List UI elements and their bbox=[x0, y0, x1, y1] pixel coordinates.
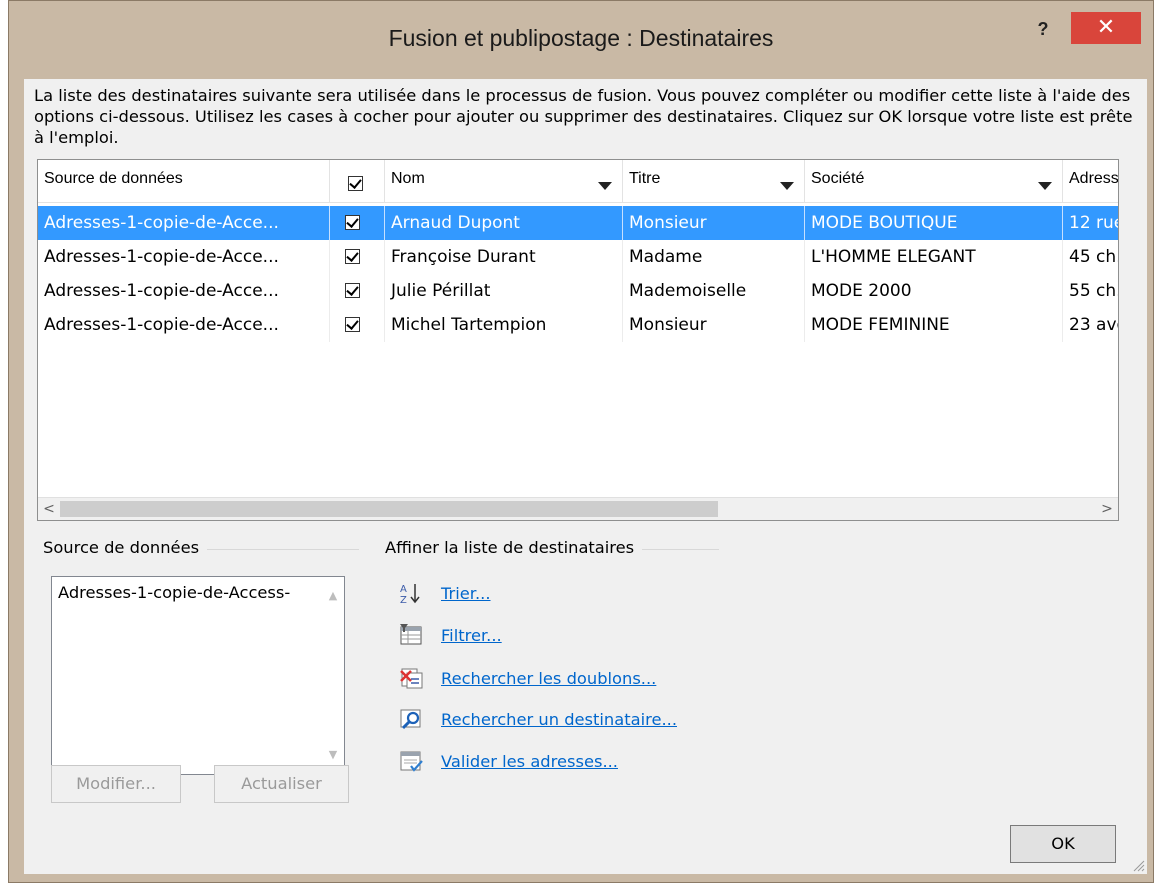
window-title: Fusion et publipostage : Destinataires bbox=[388, 25, 774, 51]
cell-societe: MODE BOUTIQUE bbox=[805, 206, 1063, 240]
cell-adresse: 12 rue d bbox=[1063, 206, 1118, 240]
intro-text: La liste des destinataires suivante sera… bbox=[34, 86, 1133, 147]
cell-titre: Monsieur bbox=[623, 308, 805, 342]
mail-merge-recipients-dialog: Fusion et publipostage : Destinataires ?… bbox=[8, 0, 1154, 883]
table-row[interactable]: Adresses-1-copie-de-Acce... Julie Périll… bbox=[38, 274, 1118, 308]
validate-addresses-icon bbox=[400, 751, 423, 772]
cell-adresse: 55 ch. d bbox=[1063, 274, 1118, 308]
cell-adresse: 45 ch. d bbox=[1063, 240, 1118, 274]
cell-adresse: 23 aven bbox=[1063, 308, 1118, 342]
cell-societe: MODE FEMININE bbox=[805, 308, 1063, 342]
duplicates-icon bbox=[400, 668, 423, 689]
svg-text:A: A bbox=[400, 584, 407, 595]
find-recipient-icon bbox=[400, 709, 421, 730]
row-checkbox[interactable] bbox=[345, 215, 360, 230]
cell-titre: Monsieur bbox=[623, 206, 805, 240]
column-header-adresse[interactable]: Adresse bbox=[1063, 160, 1118, 203]
cell-titre: Madame bbox=[623, 240, 805, 274]
find-recipient-link[interactable]: Rechercher un destinataire... bbox=[441, 710, 677, 729]
cell-nom: Michel Tartempion bbox=[385, 308, 623, 342]
modify-button[interactable]: Modifier... bbox=[51, 765, 181, 803]
svg-text:Z: Z bbox=[400, 595, 407, 605]
filter-link[interactable]: Filtrer... bbox=[441, 626, 502, 645]
row-checkbox[interactable] bbox=[345, 249, 360, 264]
help-button[interactable]: ? bbox=[1028, 19, 1058, 49]
refresh-button[interactable]: Actualiser bbox=[214, 765, 349, 803]
sort-az-icon: A Z bbox=[400, 584, 420, 605]
column-header-nom[interactable]: Nom bbox=[385, 160, 623, 203]
refine-group-title: Affiner la liste de destinataires bbox=[385, 538, 643, 557]
table-row[interactable]: Adresses-1-copie-de-Acce... Arnaud Dupon… bbox=[38, 206, 1118, 240]
scroll-down-icon[interactable]: ▼ bbox=[326, 748, 340, 762]
cell-nom: Arnaud Dupont bbox=[385, 206, 623, 240]
cell-source: Adresses-1-copie-de-Acce... bbox=[38, 308, 330, 342]
cell-societe: MODE 2000 bbox=[805, 274, 1063, 308]
resize-grip-icon[interactable] bbox=[1131, 858, 1145, 872]
column-header-societe[interactable]: Société bbox=[805, 160, 1063, 203]
column-header-titre[interactable]: Titre bbox=[623, 160, 805, 203]
ok-button[interactable]: OK bbox=[1010, 825, 1116, 863]
row-checkbox[interactable] bbox=[345, 317, 360, 332]
scroll-right-button[interactable]: > bbox=[1096, 498, 1118, 520]
source-list-item[interactable]: Adresses-1-copie-de-Access- bbox=[58, 583, 290, 602]
cell-source: Adresses-1-copie-de-Acce... bbox=[38, 240, 330, 274]
close-button[interactable]: ✕ bbox=[1071, 12, 1141, 44]
sort-link[interactable]: Trier... bbox=[441, 584, 491, 603]
cell-checkbox bbox=[330, 308, 385, 342]
dropdown-arrow-icon[interactable] bbox=[598, 182, 612, 190]
recipients-grid[interactable]: Source de données Nom Titre Société Adre… bbox=[37, 159, 1119, 521]
dropdown-arrow-icon[interactable] bbox=[1038, 182, 1052, 190]
source-group-title: Source de données bbox=[43, 538, 208, 557]
cell-nom: Françoise Durant bbox=[385, 240, 623, 274]
cell-checkbox bbox=[330, 274, 385, 308]
row-checkbox[interactable] bbox=[345, 283, 360, 298]
scroll-left-button[interactable]: < bbox=[38, 498, 60, 520]
cell-source: Adresses-1-copie-de-Acce... bbox=[38, 274, 330, 308]
select-all-checkbox[interactable] bbox=[348, 176, 363, 191]
table-row[interactable]: Adresses-1-copie-de-Acce... Françoise Du… bbox=[38, 240, 1118, 274]
validate-addresses-link[interactable]: Valider les adresses... bbox=[441, 752, 618, 771]
dialog-client-area: La liste des destinataires suivante sera… bbox=[24, 79, 1147, 874]
horizontal-scrollbar[interactable]: < > bbox=[38, 497, 1118, 520]
cell-societe: L'HOMME ELEGANT bbox=[805, 240, 1063, 274]
title-bar[interactable]: Fusion et publipostage : Destinataires ?… bbox=[9, 1, 1153, 79]
cell-checkbox bbox=[330, 240, 385, 274]
scroll-thumb[interactable] bbox=[60, 501, 718, 517]
table-row[interactable]: Adresses-1-copie-de-Acce... Michel Tarte… bbox=[38, 308, 1118, 342]
cell-titre: Mademoiselle bbox=[623, 274, 805, 308]
dropdown-arrow-icon[interactable] bbox=[780, 182, 794, 190]
cell-source: Adresses-1-copie-de-Acce... bbox=[38, 206, 330, 240]
cell-checkbox bbox=[330, 206, 385, 240]
column-header-checkbox[interactable] bbox=[330, 160, 385, 203]
duplicates-link[interactable]: Rechercher les doublons... bbox=[441, 669, 656, 688]
cell-nom: Julie Périllat bbox=[385, 274, 623, 308]
source-listbox[interactable]: Adresses-1-copie-de-Access- ▲ ▼ bbox=[51, 576, 345, 775]
column-header-source[interactable]: Source de données bbox=[38, 160, 330, 203]
filter-icon bbox=[400, 624, 422, 645]
scroll-up-icon[interactable]: ▲ bbox=[326, 589, 340, 603]
